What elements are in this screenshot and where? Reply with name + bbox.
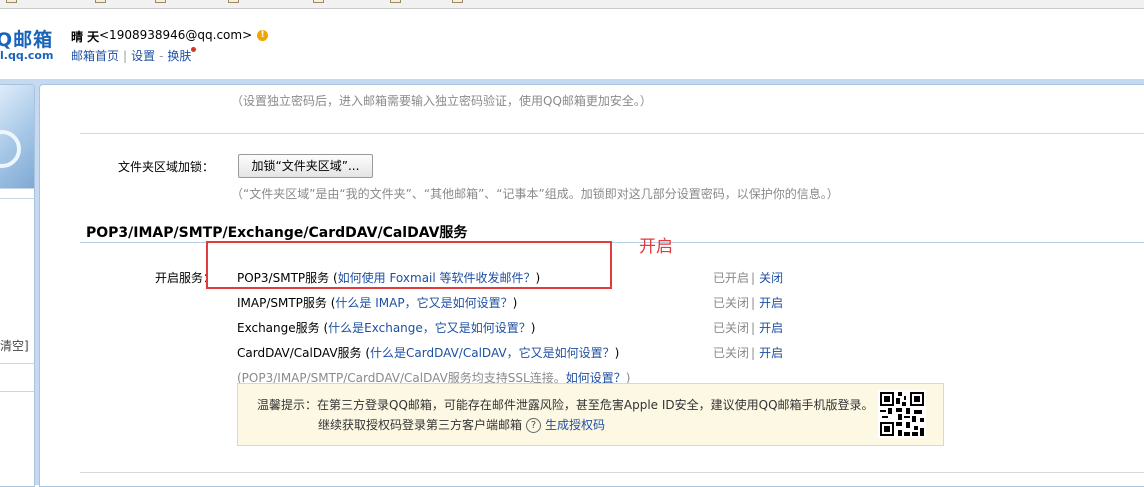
section-title: POP3/IMAP/SMTP/Exchange/CardDAV/CalDAV服务 — [86, 225, 468, 241]
logo-domain: l.qq.com — [0, 49, 54, 62]
skin-link[interactable]: 换肤 — [167, 49, 191, 63]
tip-text: 温馨提示：在第三方登录QQ邮箱，可能存在邮件泄露风险，甚至危害Apple ID安… — [257, 398, 874, 412]
bookmark-item[interactable] — [390, 0, 404, 4]
annotation-label: 开启 — [639, 237, 673, 257]
service-name: Exchange服务 — [237, 321, 320, 335]
qq-mail-logo[interactable]: Q邮箱 — [0, 25, 53, 52]
bookmark-item[interactable] — [452, 0, 466, 4]
qr-code-icon — [878, 390, 926, 438]
user-name: 晴 天 — [71, 30, 100, 44]
folder-lock-label: 文件夹区域加锁： — [118, 160, 215, 174]
user-email: <1908938946@qq.com> — [99, 28, 253, 42]
divider — [80, 133, 1144, 134]
service-help-link[interactable]: 什么是CardDAV/CalDAV，它又是如何设置？ — [370, 346, 615, 360]
password-note: （设置独立密码后，进入邮箱需要输入独立密码验证，使用QQ邮箱更加安全。） — [231, 94, 652, 108]
help-icon[interactable]: ? — [526, 418, 542, 433]
header-links: 邮箱首页 | 设置 - 换肤 — [71, 47, 197, 64]
folder-lock-button[interactable]: 加锁“文件夹区域”... — [238, 154, 373, 178]
imap-open-link[interactable]: 开启 — [759, 296, 783, 310]
settings-link[interactable]: 设置 — [131, 49, 155, 63]
tip-text-2: 继续获取授权码登录第三方客户端邮箱? 生成授权码 — [318, 418, 606, 433]
home-link[interactable]: 邮箱首页 — [71, 49, 119, 63]
bookmark-item[interactable] — [6, 0, 20, 4]
bookmark-item[interactable] — [228, 0, 242, 4]
annotation-box — [206, 241, 612, 289]
status-text: 已开启 — [713, 271, 750, 285]
service-carddav: CardDAV/CalDAV服务 (什么是CardDAV/CalDAV，它又是如… — [237, 346, 620, 360]
settings-panel: （设置独立密码后，进入邮箱需要输入独立密码验证，使用QQ邮箱更加安全。） 文件夹… — [39, 84, 1144, 487]
service-imap: IMAP/SMTP服务 (什么是 IMAP，它又是如何设置？) — [237, 296, 518, 310]
service-exchange: Exchange服务 (什么是Exchange，它又是如何设置？) — [237, 321, 536, 335]
service-name: CardDAV/CalDAV服务 — [237, 346, 362, 360]
service-status: 已关闭 | 开启 — [713, 321, 784, 335]
bookmark-item[interactable] — [313, 0, 327, 4]
clear-link[interactable]: 清空] — [0, 337, 29, 354]
carddav-open-link[interactable]: 开启 — [759, 346, 783, 360]
folder-lock-note: （“文件夹区域”是由“我的文件夹”、“其他邮箱”、“记事本”组成。加锁即对这几部… — [231, 187, 839, 201]
status-text: 已关闭 — [713, 296, 750, 310]
service-help-link[interactable]: 什么是Exchange，它又是如何设置？ — [328, 321, 531, 335]
status-text: 已关闭 — [713, 346, 750, 360]
service-status: 已关闭 | 开启 — [713, 296, 784, 310]
exchange-open-link[interactable]: 开启 — [759, 321, 783, 335]
pop3-close-link[interactable]: 关闭 — [759, 271, 783, 285]
sidebar-banner — [0, 85, 34, 188]
service-status: 已关闭 | 开启 — [713, 346, 784, 360]
service-help-link[interactable]: 什么是 IMAP，它又是如何设置？ — [335, 296, 512, 310]
bookmark-item[interactable] — [95, 0, 109, 4]
sidebar: 清空] — [0, 84, 35, 487]
notification-dot-icon — [191, 47, 197, 52]
service-name: IMAP/SMTP服务 — [237, 296, 327, 310]
mail-header: Q邮箱 l.qq.com 晴 天 <1908938946@qq.com> ! 邮… — [0, 9, 1144, 79]
status-text: 已关闭 — [713, 321, 750, 335]
tip-box: 温馨提示：在第三方登录QQ邮箱，可能存在邮件泄露风险，甚至危害Apple ID安… — [237, 383, 944, 446]
warning-icon[interactable]: ! — [257, 30, 268, 41]
generate-auth-code-link[interactable]: 生成授权码 — [545, 418, 605, 432]
service-status: 已开启 | 关闭 — [713, 271, 784, 285]
bookmark-item[interactable] — [155, 0, 169, 4]
bookmarks-bar — [0, 0, 1144, 9]
divider — [80, 472, 1144, 473]
